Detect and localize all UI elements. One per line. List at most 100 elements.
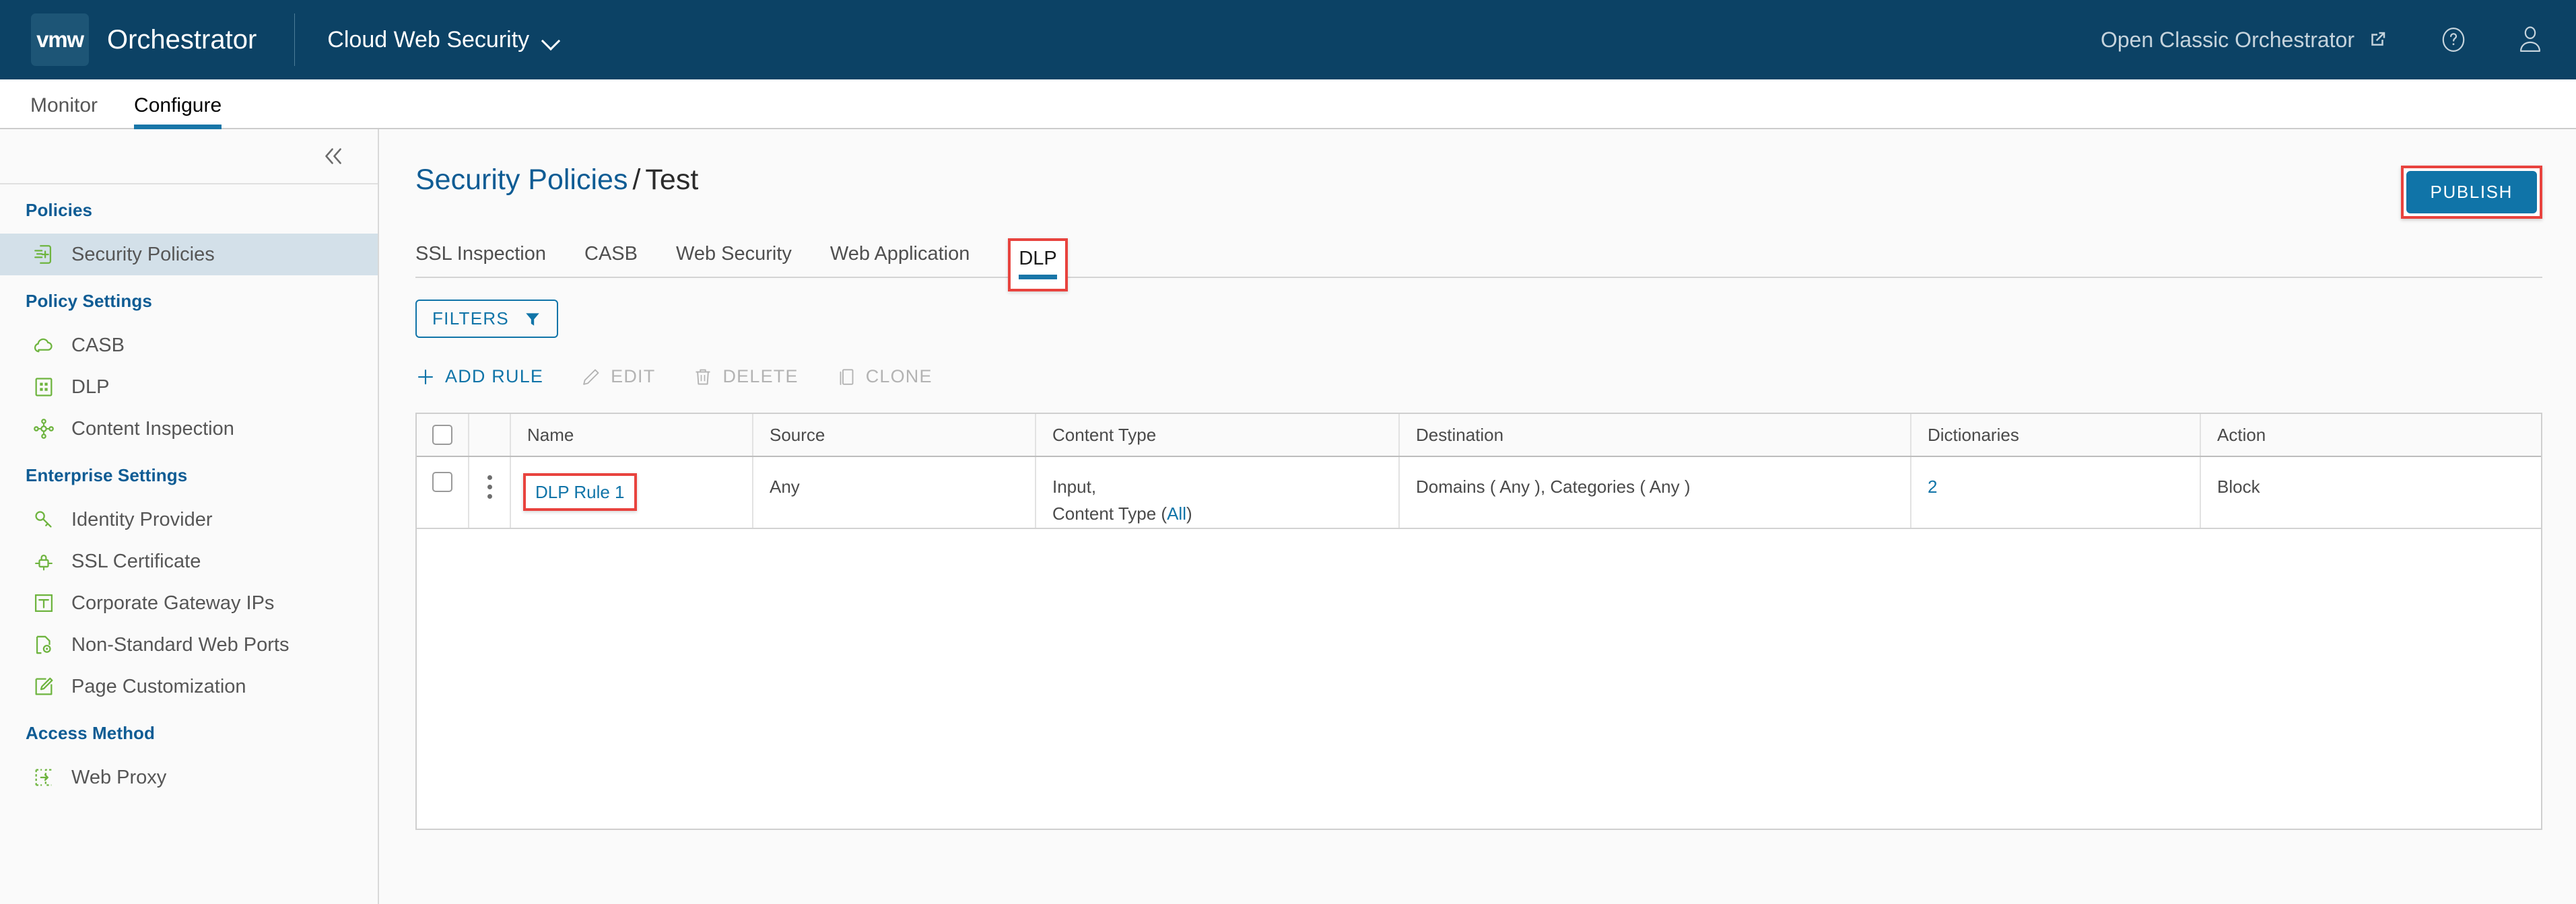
edit-label: EDIT xyxy=(611,366,656,386)
add-rule-label: ADD RULE xyxy=(445,366,544,386)
user-avatar-icon xyxy=(2519,26,2541,52)
header-divider xyxy=(294,13,296,66)
sidebar-item-label: Identity Provider xyxy=(71,508,213,530)
sidebar-item-non-standard-web-ports[interactable]: Non-Standard Web Ports xyxy=(0,624,378,666)
kebab-menu-icon[interactable] xyxy=(485,473,494,501)
filters-button[interactable]: FILTERS xyxy=(415,300,559,338)
sidebar-collapse-button[interactable] xyxy=(318,143,350,170)
nav-tab-configure[interactable]: Configure xyxy=(134,94,222,129)
column-header-source[interactable]: Source xyxy=(752,414,1035,456)
checkbox-icon[interactable] xyxy=(432,425,452,445)
nav-tab-monitor[interactable]: Monitor xyxy=(30,94,98,128)
table-row[interactable]: DLP Rule 1 Any Input, Content Type (All)… xyxy=(417,457,2541,529)
sidebar-item-label: Non-Standard Web Ports xyxy=(71,633,290,656)
double-chevron-left-icon xyxy=(325,148,341,164)
rule-name-highlight: DLP Rule 1 xyxy=(523,473,637,512)
sidebar-item-label: Corporate Gateway IPs xyxy=(71,592,275,614)
help-circle-icon xyxy=(2442,28,2465,52)
row-menu-cell xyxy=(468,457,510,528)
funnel-icon xyxy=(526,312,539,326)
add-rule-button[interactable]: ADD RULE xyxy=(415,366,543,387)
checkbox-icon[interactable] xyxy=(432,472,452,492)
sidebar-item-corporate-gateway-ips[interactable]: Corporate Gateway IPs xyxy=(0,582,378,624)
help-button[interactable] xyxy=(2439,25,2468,55)
dictionaries-count-link[interactable]: 2 xyxy=(1928,477,1937,497)
gateway-icon xyxy=(34,594,53,613)
primary-nav-bar: Monitor Configure xyxy=(0,79,2576,129)
delete-label: DELETE xyxy=(722,366,799,386)
sidebar-item-label: Web Proxy xyxy=(71,766,167,788)
pencil-icon xyxy=(583,369,599,385)
filters-label: FILTERS xyxy=(432,308,510,328)
external-link-icon xyxy=(2371,32,2385,46)
sidebar-item-label: Security Policies xyxy=(71,243,215,265)
rule-name-link[interactable]: DLP Rule 1 xyxy=(535,482,625,502)
sidebar-item-label: DLP xyxy=(71,376,110,398)
sidebar-group-access-method: Access Method xyxy=(26,723,156,743)
sidebar-item-casb[interactable]: CASB xyxy=(0,324,378,366)
tab-web-security[interactable]: Web Security xyxy=(676,243,792,277)
sidebar-item-label: Page Customization xyxy=(71,675,246,697)
chevron-down-icon xyxy=(543,34,560,45)
content-type-suffix: ) xyxy=(1186,503,1192,524)
sidebar-group-policy-settings: Policy Settings xyxy=(26,291,152,311)
breadcrumb-link-security-policies[interactable]: Security Policies xyxy=(415,164,628,196)
sidebar-item-label: Content Inspection xyxy=(71,417,234,440)
select-all-cell xyxy=(417,414,468,456)
column-header-destination[interactable]: Destination xyxy=(1398,414,1910,456)
clone-label: CLONE xyxy=(865,366,933,386)
content-type-line-2: Content Type (All) xyxy=(1052,500,1398,527)
context-switcher[interactable]: Cloud Web Security xyxy=(327,27,560,53)
column-header-content-type[interactable]: Content Type xyxy=(1035,414,1398,456)
page-header: Security Policies / Test PUBLISH xyxy=(379,129,2576,219)
sidebar-item-page-customization[interactable]: Page Customization xyxy=(0,666,378,707)
content-type-all-link[interactable]: All xyxy=(1167,503,1186,524)
content-type-line-1: Input, xyxy=(1052,477,1097,497)
vmware-logo-icon[interactable]: vmw xyxy=(31,13,89,66)
header-actions: Open Classic Orchestrator xyxy=(2101,24,2545,56)
sidebar-collapse-row xyxy=(0,129,378,184)
tab-web-application[interactable]: Web Application xyxy=(830,243,970,277)
tab-dlp[interactable]: DLP xyxy=(1008,238,1068,291)
row-select-cell xyxy=(417,457,468,528)
vmware-logo-text: vmw xyxy=(36,27,84,52)
tab-casb[interactable]: CASB xyxy=(584,243,638,277)
sidebar-item-content-inspection[interactable]: Content Inspection xyxy=(0,408,378,450)
clone-button: CLONE xyxy=(836,366,933,387)
filters-row: FILTERS xyxy=(379,278,2576,338)
trash-icon xyxy=(696,369,710,384)
cell-action: Block xyxy=(2200,457,2541,528)
sidebar-item-web-proxy[interactable]: Web Proxy xyxy=(0,757,378,798)
open-classic-orchestrator-link[interactable]: Open Classic Orchestrator xyxy=(2101,28,2387,53)
copy-icon xyxy=(840,368,854,385)
column-header-dictionaries[interactable]: Dictionaries xyxy=(1910,414,2200,456)
policy-subtabs: SSL Inspection CASB Web Security Web App… xyxy=(415,236,2542,291)
user-menu-button[interactable] xyxy=(2515,24,2545,56)
sidebar-item-ssl-certificate[interactable]: SSL Certificate xyxy=(0,541,378,582)
sidebar-item-security-policies[interactable]: Security Policies xyxy=(0,234,378,275)
cell-destination: Domains ( Any ), Categories ( Any ) xyxy=(1398,457,1910,528)
breadcrumb: Security Policies / Test xyxy=(415,166,698,195)
brand-block: vmw Orchestrator xyxy=(0,0,257,79)
body-split: Policies Security Policies Policy Settin… xyxy=(0,129,2576,904)
certificate-lock-icon xyxy=(35,555,53,571)
column-header-action[interactable]: Action xyxy=(2200,414,2541,456)
cell-source: Any xyxy=(752,457,1035,528)
pencil-square-icon xyxy=(35,677,53,695)
proxy-arrow-icon xyxy=(35,769,52,786)
key-icon xyxy=(35,511,52,528)
network-nodes-icon xyxy=(34,419,54,439)
sidebar-item-label: CASB xyxy=(71,334,125,356)
cell-dictionaries: 2 xyxy=(1910,457,2200,528)
sidebar-group-enterprise-settings: Enterprise Settings xyxy=(26,465,188,485)
row-menu-header-cell xyxy=(468,414,510,456)
plus-icon xyxy=(417,369,434,384)
sidebar-item-dlp[interactable]: DLP xyxy=(0,366,378,408)
cloud-icon xyxy=(34,338,53,353)
sidebar-item-identity-provider[interactable]: Identity Provider xyxy=(0,499,378,541)
top-header: vmw Orchestrator Cloud Web Security Open… xyxy=(0,0,2576,79)
publish-button[interactable]: PUBLISH xyxy=(2406,171,2537,213)
policy-add-icon xyxy=(34,245,52,264)
column-header-name[interactable]: Name xyxy=(510,414,752,456)
tab-ssl-inspection[interactable]: SSL Inspection xyxy=(415,243,546,277)
